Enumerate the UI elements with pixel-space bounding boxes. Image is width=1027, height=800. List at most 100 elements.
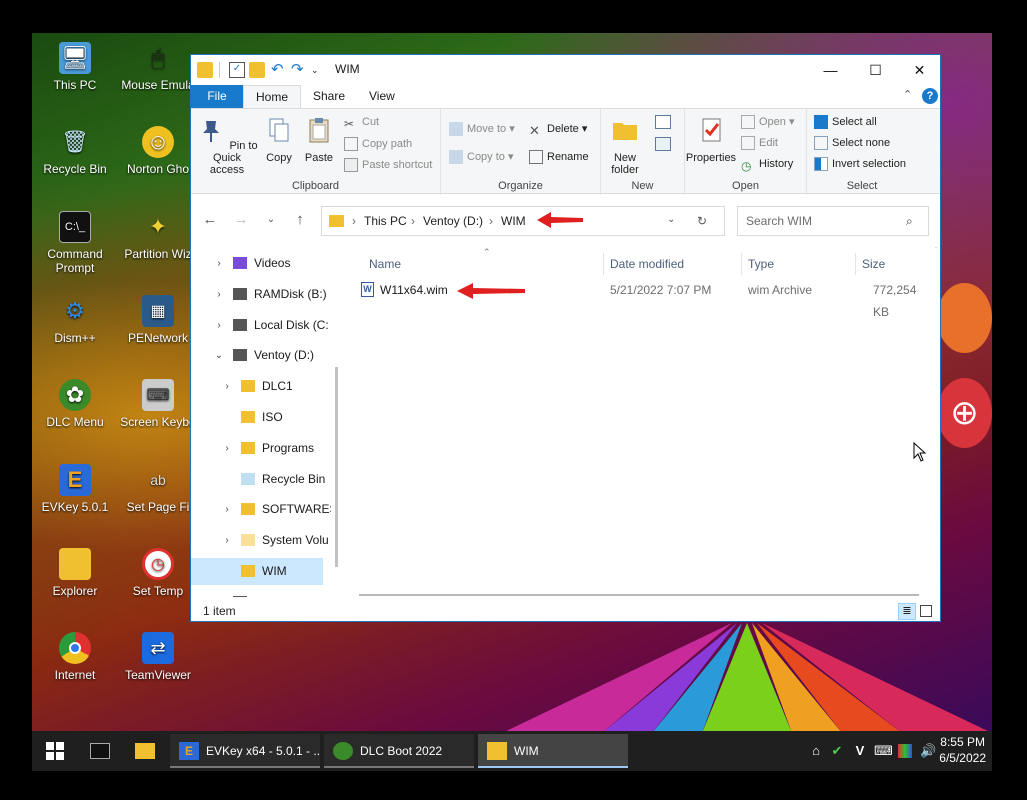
redo-icon[interactable]: ↷ [291, 62, 307, 78]
desktop-icon-this-pc[interactable]: 🖥 This PC [31, 42, 119, 92]
desktop-icon-mouse[interactable]: 🖱 Mouse Emula [120, 42, 196, 92]
breadcrumb-this-pc[interactable]: This PC [364, 214, 407, 228]
desktop-icon-command-prompt[interactable]: C:\_ Command Prompt [31, 211, 119, 275]
tab-view[interactable]: View [357, 85, 407, 108]
file-row[interactable]: W W11x64.wim 5/21/2022 7:07 PM wim Archi… [353, 279, 933, 319]
rename-button[interactable]: Rename [529, 148, 589, 166]
copy-button[interactable]: Copy [261, 115, 297, 164]
nav-item[interactable]: ISO [191, 404, 323, 431]
back-button[interactable]: ← [200, 208, 220, 232]
nav-item[interactable]: › Local Disk (C: [191, 312, 328, 339]
nav-item[interactable]: › SOFTWARES [191, 496, 331, 523]
details-view-icon[interactable]: ≣ [898, 603, 916, 620]
desktop-icon-norton-ghost[interactable]: ☺ Norton Gho [120, 126, 196, 176]
desktop-icon-set-page-file[interactable]: ab Set Page Fi [120, 464, 196, 514]
new-folder-quick-icon[interactable] [249, 62, 265, 78]
network-tray-icon[interactable]: ⌂ [808, 742, 824, 760]
customize-quick-access-icon[interactable]: ⌄ [311, 62, 321, 78]
address-bar[interactable]: › This PC › Ventoy (D:) › WIM ⌄ ↻ [321, 206, 725, 236]
properties-quick-icon[interactable]: ✓ [229, 62, 245, 78]
evkey-tray-icon[interactable]: V [852, 742, 868, 760]
horizontal-scrollbar[interactable] [343, 589, 941, 601]
recent-locations-button[interactable]: ⌄ [261, 208, 281, 232]
new-folder-button[interactable]: New folder [605, 115, 645, 176]
taskbar-task-evkey[interactable]: E EVKey x64 - 5.0.1 - ... [170, 734, 320, 768]
search-box[interactable]: Search WIM ⌕ [737, 206, 929, 236]
pin-to-quick-access-button[interactable]: Pin to Quick access [195, 115, 259, 176]
open-button[interactable]: Open ▾ [741, 113, 795, 131]
large-icons-view-icon[interactable] [920, 605, 932, 617]
desktop-icon-set-temp[interactable]: ◷ Set Temp [120, 548, 196, 598]
nav-item[interactable]: Recycle Bin [191, 466, 325, 493]
move-to-button[interactable]: Move to ▾ [449, 120, 515, 138]
volume-icon[interactable]: 🔊 [920, 742, 936, 760]
easy-access-icon[interactable] [655, 137, 671, 151]
close-button[interactable]: ✕ [897, 55, 942, 85]
copy-path-button[interactable]: Copy path [344, 135, 412, 153]
keyboard-tray-icon[interactable]: ⌨ [874, 742, 893, 760]
copy-to-button[interactable]: Copy to ▾ [449, 148, 514, 166]
tab-home[interactable]: Home [243, 85, 302, 108]
desktop-icon-internet[interactable]: Internet [31, 632, 119, 682]
desktop-icon-dism[interactable]: ⚙ Dism++ [31, 295, 119, 345]
select-none-button[interactable]: Select none [814, 134, 890, 152]
nav-item[interactable]: › VTOYEFI (E:) [191, 589, 328, 597]
title-bar[interactable]: ✓ ↶ ↷ ⌄ WIM — ☐ ✕ [191, 55, 940, 85]
delete-button[interactable]: ✕ Delete ▾ [529, 120, 587, 138]
chevron-right-icon[interactable]: › [221, 435, 233, 462]
desktop-icon-dlc-menu[interactable]: ✿ DLC Menu [31, 379, 119, 429]
chevron-right-icon[interactable]: › [221, 373, 233, 400]
select-all-button[interactable]: Select all [814, 113, 877, 131]
desktop-icon-partition-wizard[interactable]: ✦ Partition Wiz [120, 211, 196, 261]
clock[interactable]: 8:55 PM 6/5/2022 [939, 734, 986, 766]
chevron-right-icon[interactable]: › [221, 527, 233, 554]
nav-item[interactable]: › Programs [191, 435, 323, 462]
nav-item[interactable]: ⌄ Ventoy (D:) [191, 342, 323, 369]
chevron-right-icon[interactable]: › [213, 281, 225, 308]
desktop-icon-penetwork[interactable]: ▦ PENetwork [120, 295, 196, 345]
navigation-scrollbar[interactable] [331, 247, 343, 597]
chevron-right-icon[interactable]: › [213, 589, 225, 597]
chevron-down-icon[interactable]: ⌄ [213, 342, 225, 369]
chevron-right-icon[interactable]: › [221, 496, 233, 523]
breadcrumb-ventoy[interactable]: Ventoy (D:) [423, 214, 483, 228]
column-header-date[interactable]: Date modified [603, 253, 741, 275]
color-tray-icon[interactable] [898, 744, 912, 758]
desktop-icon-teamviewer[interactable]: ⇄ TeamViewer [120, 632, 196, 682]
chevron-right-icon[interactable]: › [213, 250, 225, 277]
desktop-icon-recycle-bin[interactable]: 🗑 Recycle Bin [31, 126, 119, 176]
tab-share[interactable]: Share [301, 85, 357, 108]
column-header-size[interactable]: Size [855, 253, 935, 275]
up-button[interactable]: ↑ [290, 208, 310, 232]
new-item-icon[interactable] [655, 115, 671, 129]
paste-button[interactable]: Paste [301, 115, 337, 164]
properties-button[interactable]: Properties [685, 115, 737, 164]
taskbar-task-dlc-boot[interactable]: DLC Boot 2022 [324, 734, 474, 768]
undo-icon[interactable]: ↶ [271, 62, 287, 78]
column-header-name[interactable]: Name [363, 253, 603, 275]
collapse-ribbon-icon[interactable]: ⌃ [903, 88, 912, 101]
minimize-button[interactable]: — [808, 55, 853, 85]
forward-button[interactable]: → [231, 208, 251, 232]
refresh-icon[interactable]: ↻ [697, 214, 707, 228]
nav-item[interactable]: WIM [191, 558, 323, 585]
history-button[interactable]: ◷ History [741, 155, 793, 173]
taskbar-task-wim[interactable]: WIM [478, 734, 628, 768]
tab-file[interactable]: File [191, 85, 243, 108]
nav-item[interactable]: › Videos [191, 250, 323, 277]
help-icon[interactable]: ? [922, 88, 938, 104]
check-tray-icon[interactable]: ✔ [829, 742, 845, 760]
address-dropdown-icon[interactable]: ⌄ [667, 214, 675, 225]
nav-item[interactable]: › RAMDisk (B:) [191, 281, 326, 308]
chevron-right-icon[interactable]: › [213, 312, 225, 339]
nav-item[interactable]: › DLC1 [191, 373, 323, 400]
paste-shortcut-button[interactable]: Paste shortcut [344, 156, 432, 174]
maximize-button[interactable]: ☐ [853, 55, 898, 85]
nav-item[interactable]: › System Volu [191, 527, 328, 554]
taskbar-explorer[interactable] [133, 731, 159, 771]
breadcrumb-wim[interactable]: WIM [501, 214, 526, 228]
desktop-icon-screen-keyboard[interactable]: ⌨ Screen Keybo [120, 379, 196, 429]
invert-selection-button[interactable]: Invert selection [814, 155, 906, 173]
desktop-icon-explorer[interactable]: Explorer [31, 548, 119, 598]
start-button[interactable] [44, 731, 68, 771]
